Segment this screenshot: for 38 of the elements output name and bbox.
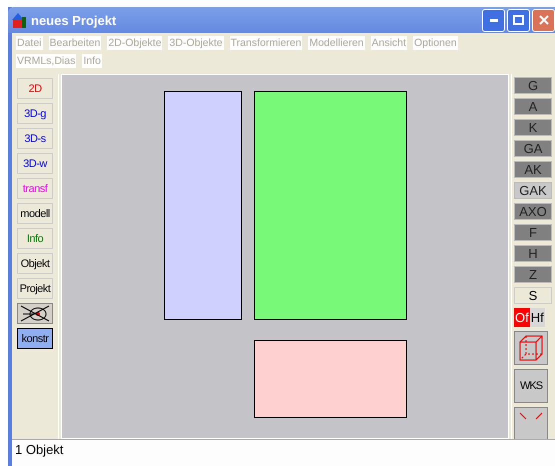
- toggle-button[interactable]: Of: [514, 308, 530, 327]
- view-button[interactable]: A: [514, 98, 552, 115]
- tool-button[interactable]: konstr: [17, 328, 53, 349]
- status-text: 1 Objekt: [15, 442, 64, 457]
- view-button[interactable]: K: [514, 119, 552, 136]
- view-button[interactable]: AXO: [514, 203, 552, 220]
- tool-button[interactable]: 2D: [17, 78, 53, 99]
- view-button[interactable]: H: [514, 245, 552, 262]
- minimize-icon: [490, 18, 498, 22]
- toggle-button[interactable]: Hf: [530, 308, 545, 327]
- view-button[interactable]: F: [514, 224, 552, 241]
- crossed-eye-icon: [20, 305, 50, 322]
- view-button[interactable]: Z: [514, 266, 552, 283]
- tool-button[interactable]: transf: [17, 178, 53, 199]
- view-button[interactable]: AK: [514, 161, 552, 178]
- tool-button[interactable]: [17, 303, 53, 324]
- cube-icon: [518, 334, 544, 362]
- diagonal-lines-icon: [519, 412, 543, 420]
- tool-button[interactable]: 3D-w: [17, 153, 53, 174]
- cube-button[interactable]: [514, 331, 548, 365]
- close-button[interactable]: [532, 8, 555, 32]
- tool-button[interactable]: modell: [17, 203, 53, 224]
- view-button[interactable]: GA: [514, 140, 552, 157]
- view-button[interactable]: WKS: [514, 369, 548, 403]
- maximize-icon: [513, 15, 524, 25]
- window-title: neues Projekt: [31, 12, 116, 28]
- tool-button[interactable]: Info: [17, 228, 53, 249]
- tool-button[interactable]: 3D-s: [17, 128, 53, 149]
- close-icon: [538, 15, 548, 25]
- house-icon: [10, 11, 28, 29]
- maximize-button[interactable]: [507, 8, 530, 32]
- tool-button[interactable]: Objekt: [17, 253, 53, 274]
- tool-button[interactable]: Projekt: [17, 278, 53, 299]
- view-button[interactable]: G: [514, 77, 552, 94]
- tool-button[interactable]: 3D-g: [17, 103, 53, 124]
- minimize-button[interactable]: [482, 8, 505, 32]
- toggle-button[interactable]: S: [514, 287, 552, 304]
- view-button[interactable]: GAK: [514, 182, 552, 199]
